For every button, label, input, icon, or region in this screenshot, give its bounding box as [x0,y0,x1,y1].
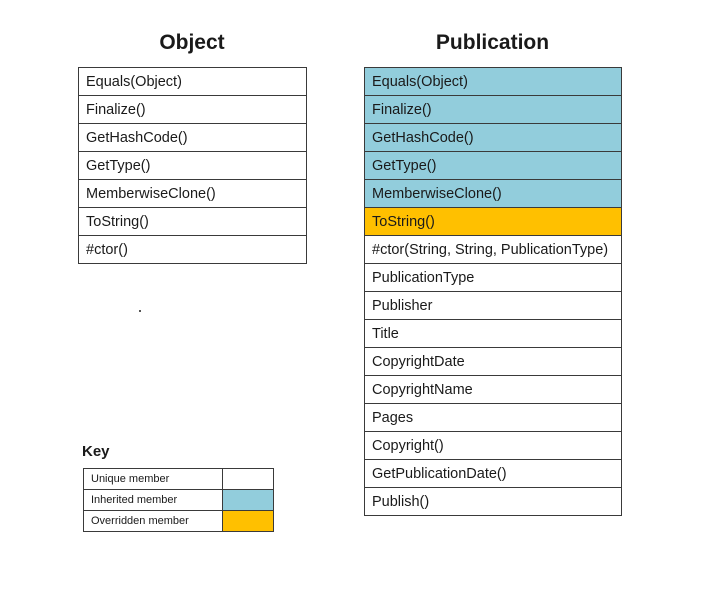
key-color-swatch [222,489,274,511]
publication-member-table: Equals(Object) Finalize() GetHashCode() Get… [364,67,622,516]
object-member-row: Finalize() [78,95,307,124]
publication-member-row: CopyrightDate [364,347,622,376]
publication-member-row: GetHashCode() [364,123,622,152]
member-label: Finalize() [364,95,622,124]
publication-member-row: GetPublicationDate() [364,459,622,488]
member-label: #ctor(String, String, PublicationType) [364,235,622,264]
member-label: Pages [364,403,622,432]
key-entry-row: Unique member [83,468,274,490]
member-label: MemberwiseClone() [364,179,622,208]
member-label: Publisher [364,291,622,320]
object-member-table: Equals(Object) Finalize() GetHashCode() Get… [78,67,307,264]
member-label: Equals(Object) [78,67,307,96]
publication-member-row: Finalize() [364,95,622,124]
member-label: GetType() [364,151,622,180]
key-entry-row: Overridden member [83,510,274,532]
member-label: Copyright() [364,431,622,460]
member-label: CopyrightName [364,375,622,404]
member-label: GetPublicationDate() [364,459,622,488]
key-entry-label: Unique member [83,468,223,490]
object-member-row: MemberwiseClone() [78,179,307,208]
member-label: GetHashCode() [78,123,307,152]
key-color-swatch [222,510,274,532]
object-member-row: GetType() [78,151,307,180]
object-class-title: Object [159,31,225,54]
key-entry-label: Inherited member [83,489,223,511]
publication-member-row: Publisher [364,291,622,320]
key-entry-row: Inherited member [83,489,274,511]
object-member-row: ToString() [78,207,307,236]
member-label: ToString() [78,207,307,236]
publication-member-row: Copyright() [364,431,622,460]
publication-member-row: ToString() [364,207,622,236]
member-label: Title [364,319,622,348]
member-label: CopyrightDate [364,347,622,376]
member-label: Equals(Object) [364,67,622,96]
member-label: Finalize() [78,95,307,124]
object-member-row: Equals(Object) [78,67,307,96]
publication-member-row: MemberwiseClone() [364,179,622,208]
publication-member-row: GetType() [364,151,622,180]
publication-class-title: Publication [435,31,550,54]
publication-member-row: #ctor(String, String, PublicationType) [364,235,622,264]
member-label: PublicationType [364,263,622,292]
key-entry-label: Overridden member [83,510,223,532]
member-label: ToString() [364,207,622,236]
member-label: #ctor() [78,235,307,264]
publication-member-row: Pages [364,403,622,432]
member-label: GetType() [78,151,307,180]
key-color-swatch [222,468,274,490]
stray-dot [139,310,141,312]
publication-member-row: PublicationType [364,263,622,292]
key-title: Key [82,443,110,460]
publication-member-row: Equals(Object) [364,67,622,96]
object-member-row: GetHashCode() [78,123,307,152]
member-label: Publish() [364,487,622,516]
member-label: GetHashCode() [364,123,622,152]
publication-member-row: CopyrightName [364,375,622,404]
object-member-row: #ctor() [78,235,307,264]
key-legend-table: Unique member Inherited member Overridden … [83,468,274,532]
publication-member-row: Publish() [364,487,622,516]
publication-member-row: Title [364,319,622,348]
member-label: MemberwiseClone() [78,179,307,208]
